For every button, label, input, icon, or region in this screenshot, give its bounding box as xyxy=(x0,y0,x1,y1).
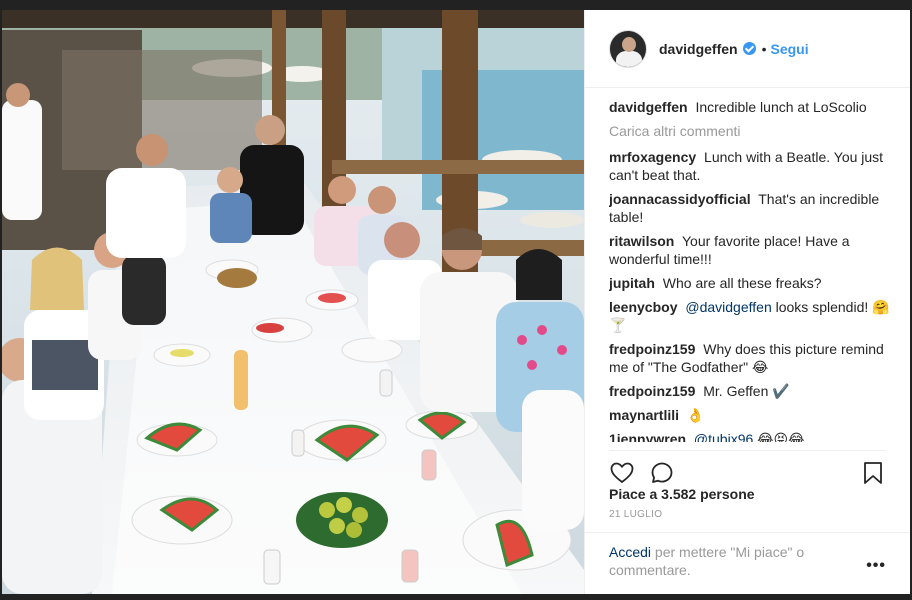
comment-text: 👌 xyxy=(686,407,705,423)
post-side-panel: davidgeffen • Segui davidgeffen Incredib… xyxy=(584,10,910,594)
comment-item: ritawilson Your favorite place! Have a w… xyxy=(609,232,894,268)
login-prompt: Accedi per mettere "Mi piace" o commenta… xyxy=(585,532,910,594)
instagram-post-window: davidgeffen • Segui davidgeffen Incredib… xyxy=(0,0,912,600)
comment-username[interactable]: ritawilson xyxy=(609,233,674,249)
comment-username[interactable]: joannacassidyofficial xyxy=(609,191,751,207)
comment-item: mrfoxagency Lunch with a Beatle. You jus… xyxy=(609,148,894,184)
follow-button[interactable]: Segui xyxy=(770,41,808,57)
login-link[interactable]: Accedi xyxy=(609,544,651,560)
save-button[interactable] xyxy=(860,460,886,486)
comment-item: leenycboy @davidgeffen looks splendid! 🤗… xyxy=(609,298,894,334)
comment-username[interactable]: fredpoinz159 xyxy=(609,383,695,399)
lunch-table-photo xyxy=(2,10,584,594)
verified-badge-icon xyxy=(742,42,756,55)
comment-item: 1jennywren @tubix96 😂😝😂 xyxy=(609,430,894,442)
comment-button[interactable] xyxy=(649,460,675,486)
heart-icon xyxy=(610,462,634,483)
comment-text: Mr. Geffen ✔️ xyxy=(703,383,790,399)
more-options-icon[interactable]: ••• xyxy=(866,557,886,575)
caption: davidgeffen Incredible lunch at LoScolio xyxy=(609,98,894,116)
comment-item: jupitah Who are all these freaks? xyxy=(609,274,894,292)
comment-username[interactable]: mrfoxagency xyxy=(609,149,696,165)
comment-username[interactable]: leenycboy xyxy=(609,299,677,315)
bookmark-icon xyxy=(864,461,882,484)
likes-count[interactable]: Piace a 3.582 persone xyxy=(609,486,755,502)
post-username[interactable]: davidgeffen xyxy=(659,41,738,57)
caption-text: Incredible lunch at LoScolio xyxy=(695,99,867,115)
comment-text: Who are all these freaks? xyxy=(662,275,822,291)
comment-username[interactable]: 1jennywren xyxy=(609,431,686,442)
comment-text: 😂😝😂 xyxy=(757,431,805,442)
caption-username[interactable]: davidgeffen xyxy=(609,99,688,115)
comment-username[interactable]: fredpoinz159 xyxy=(609,341,695,357)
avatar-body xyxy=(616,50,642,67)
post-photo[interactable] xyxy=(2,10,584,594)
comment-mention-link[interactable]: @tubix96 xyxy=(694,431,753,442)
comment-bubble-icon xyxy=(651,462,673,483)
separator-dot: • xyxy=(761,40,767,57)
comment-item: fredpoinz159 Mr. Geffen ✔️ xyxy=(609,382,894,400)
comment-item: maynartlili 👌 xyxy=(609,406,894,424)
avatar[interactable] xyxy=(609,29,647,68)
post-actions-bar xyxy=(609,450,886,490)
like-button[interactable] xyxy=(609,460,635,486)
comment-username[interactable]: maynartlili xyxy=(609,407,679,423)
comments-list[interactable]: davidgeffen Incredible lunch at LoScolio… xyxy=(609,98,894,442)
comment-item: fredpoinz159 Why does this picture remin… xyxy=(609,340,894,376)
comment-mention-link[interactable]: @davidgeffen xyxy=(685,299,771,315)
load-more-comments-link[interactable]: Carica altri commenti xyxy=(609,122,894,140)
post-date: 21 LUGLIO xyxy=(609,509,663,520)
comment-username[interactable]: jupitah xyxy=(609,275,655,291)
comment-item: joannacassidyofficial That's an incredib… xyxy=(609,190,894,226)
post-header: davidgeffen • Segui xyxy=(585,10,910,88)
avatar-head xyxy=(622,36,636,52)
